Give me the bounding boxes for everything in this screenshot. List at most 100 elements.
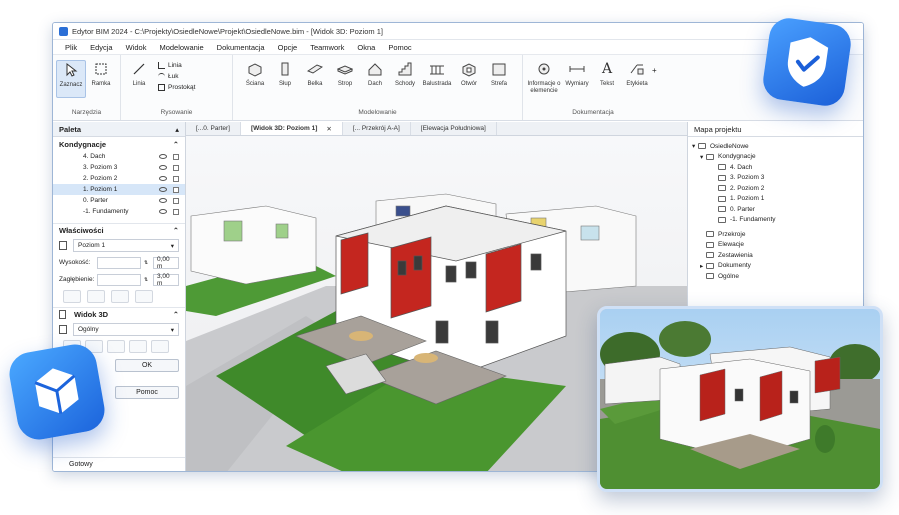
height-value-field[interactable]: 0,00 m	[153, 256, 179, 270]
small-line-tool[interactable]: Linia	[158, 60, 195, 71]
level-checkbox[interactable]	[173, 164, 179, 171]
line-tool[interactable]: Linia	[124, 60, 154, 88]
level-icon	[718, 216, 726, 223]
roof-tool[interactable]: Dach	[360, 60, 390, 88]
ribbon-group-dokumentacja: Informacje o elemencie Wymiary A Tekst Et…	[523, 55, 663, 120]
eye-icon[interactable]	[159, 165, 167, 170]
menu-okna[interactable]: Okna	[357, 43, 375, 52]
tree-documents-node[interactable]: ▸ Dokumenty	[692, 261, 863, 272]
properties-section-header[interactable]: Właściwości ⌃	[53, 223, 185, 237]
stairs-tool[interactable]: Schody	[390, 60, 420, 88]
photorealistic-render-card	[597, 306, 883, 492]
stepper-icon[interactable]: ⇅	[144, 277, 150, 283]
level-row-selected[interactable]: 1. Poziom 1	[53, 184, 185, 195]
level-row[interactable]: 0. Parter	[53, 195, 185, 206]
lock-icon[interactable]	[87, 290, 105, 303]
eye-icon[interactable]	[159, 176, 167, 181]
label-icon	[628, 60, 646, 78]
properties-level-select[interactable]: Poziom 1 ▾	[73, 239, 179, 252]
tree-level-item[interactable]: 3. Poziom 3	[692, 173, 863, 184]
beam-tool[interactable]: Belka	[300, 60, 330, 88]
element-info-tool[interactable]: Informacje o elemencie	[526, 60, 562, 95]
stepper-icon[interactable]: ⇅	[144, 260, 150, 266]
menu-pomoc[interactable]: Pomoc	[388, 43, 411, 52]
tree-level-item[interactable]: 1. Poziom 1	[692, 194, 863, 205]
help-button[interactable]: Pomoc	[115, 386, 179, 399]
document-icon	[59, 310, 66, 319]
polyline-icon	[158, 62, 165, 69]
text-tool[interactable]: A Tekst	[592, 60, 622, 88]
view3d-section-header[interactable]: Widok 3D ⌃	[53, 307, 185, 321]
depth-value-field[interactable]: 3,00 m	[153, 273, 179, 287]
zone-tool[interactable]: Strefa	[484, 60, 514, 88]
tree-general-node[interactable]: Ogólne	[692, 271, 863, 282]
tree-elevations-node[interactable]: Elewacje	[692, 240, 863, 251]
frame-tool[interactable]: Ramka	[86, 60, 116, 88]
align-icon[interactable]	[111, 290, 129, 303]
ok-button[interactable]: OK	[115, 359, 179, 372]
chevron-up-icon: ⌃	[172, 310, 179, 319]
tab-przekroj[interactable]: [... Przekrój A-A]	[343, 122, 411, 135]
rectangle-tool[interactable]: Prostokąt	[158, 82, 195, 93]
wall-icon	[246, 60, 264, 78]
ribbon-more-icon[interactable]: +	[652, 66, 657, 75]
tree-level-item[interactable]: 0. Parter	[692, 204, 863, 215]
tree-levels-node[interactable]: ▾ Kondygnacje	[692, 152, 863, 163]
slab-tool[interactable]: Strop	[330, 60, 360, 88]
iso-icon[interactable]	[151, 340, 169, 353]
eye-icon[interactable]	[159, 187, 167, 192]
eye-icon[interactable]	[159, 209, 167, 214]
level-row[interactable]: 4. Dach	[53, 151, 185, 162]
ribbon-group-modelowanie: Ściana Słup Belka Strop Dach Schody Balu…	[233, 55, 523, 120]
column-view-icon[interactable]	[107, 340, 125, 353]
tree-level-item[interactable]: 4. Dach	[692, 162, 863, 173]
level-row[interactable]: 2. Poziom 2	[53, 173, 185, 184]
menu-edycja[interactable]: Edycja	[90, 43, 113, 52]
level-checkbox[interactable]	[173, 153, 179, 160]
level-checkbox[interactable]	[173, 186, 179, 193]
opening-tool[interactable]: Otwór	[454, 60, 484, 88]
level-row[interactable]: 3. Poziom 3	[53, 162, 185, 173]
eye-icon[interactable]	[159, 154, 167, 159]
height-input[interactable]	[97, 256, 141, 269]
menu-teamwork[interactable]: Teamwork	[310, 43, 344, 52]
properties-icon-row	[53, 288, 185, 305]
tree-root[interactable]: ▾ OsiedleNowe	[692, 141, 863, 152]
settings-icon	[706, 273, 714, 280]
collapse-icon[interactable]: ▴	[175, 125, 179, 134]
arc-icon	[158, 73, 165, 80]
tab-elewacja[interactable]: [Elewacja Południowa]	[411, 122, 497, 135]
dimensions-tool[interactable]: Wymiary	[562, 60, 592, 88]
close-icon[interactable]: ✕	[326, 125, 331, 133]
tab-widok-3d[interactable]: [Widok 3D: Poziom 1] ✕	[240, 122, 343, 135]
eye-icon[interactable]	[159, 198, 167, 203]
wall-tool[interactable]: Ściana	[240, 60, 270, 88]
select-tool[interactable]: Zaznacz	[56, 60, 86, 98]
copy-icon[interactable]	[63, 290, 81, 303]
tree-level-item[interactable]: 2. Poziom 2	[692, 183, 863, 194]
menu-dokumentacja[interactable]: Dokumentacja	[217, 43, 265, 52]
menu-widok[interactable]: Widok	[126, 43, 147, 52]
level-checkbox[interactable]	[173, 208, 179, 215]
column-tool[interactable]: Słup	[270, 60, 300, 88]
label-tool[interactable]: Etykieta	[622, 60, 652, 88]
levels-section-header[interactable]: Kondygnacje ⌃	[53, 137, 185, 151]
railing-tool[interactable]: Balustrada	[420, 60, 454, 88]
menu-modelowanie[interactable]: Modelowanie	[159, 43, 203, 52]
tree-level-item[interactable]: -1. Fundamenty	[692, 215, 863, 226]
box-icon[interactable]	[129, 340, 147, 353]
depth-input[interactable]	[97, 273, 141, 286]
level-row[interactable]: -1. Fundamenty	[53, 206, 185, 217]
level-checkbox[interactable]	[173, 175, 179, 182]
tree-sections-node[interactable]: Przekroje	[692, 229, 863, 240]
arc-tool[interactable]: Łuk	[158, 71, 195, 82]
tab-parter[interactable]: [...0. Parter]	[186, 122, 241, 135]
tree-schedules-node[interactable]: Zestawienia	[692, 250, 863, 261]
level-checkbox[interactable]	[173, 197, 179, 204]
menu-opcje[interactable]: Opcje	[278, 43, 298, 52]
duplicate-icon[interactable]	[135, 290, 153, 303]
title-bar: Edytor BIM 2024 - C:\Projekty\OsiedleNow…	[53, 23, 863, 40]
menu-plik[interactable]: Plik	[65, 43, 77, 52]
view3d-mode-select[interactable]: Ogólny ▾	[73, 323, 179, 336]
rectangle-icon	[158, 84, 165, 91]
